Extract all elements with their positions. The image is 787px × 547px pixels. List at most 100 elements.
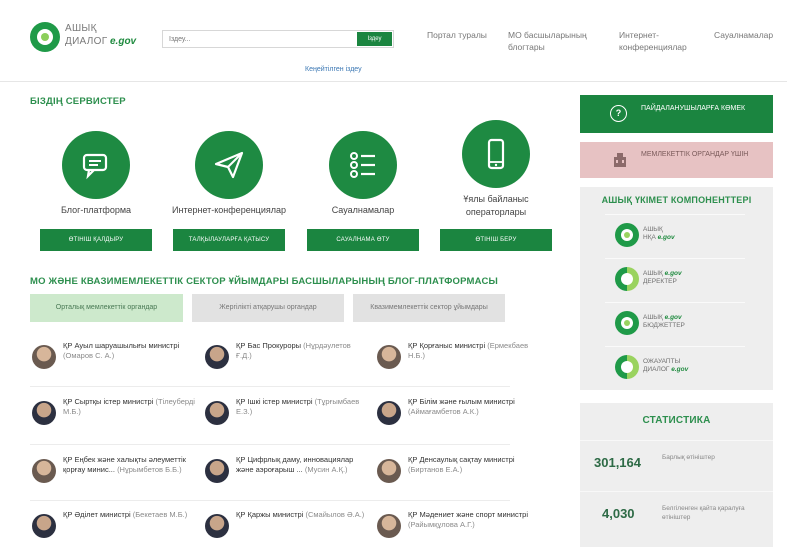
search-box: Іздеу <box>162 30 394 48</box>
blog-item[interactable]: ҚР Ішкі істер министрі (Тұрғымбаев Е.З.) <box>205 397 365 437</box>
stat-reviewed-value: 4,030 <box>602 506 635 521</box>
site-logo[interactable]: АШЫҚ ДИАЛОГ e.gov <box>30 18 145 62</box>
component-open-dialogue[interactable]: ОЖАУАПТЫ ДИАЛОГ e.gov <box>605 346 745 386</box>
nav-internet-conferences[interactable]: Интернет-конференциялар <box>619 29 699 53</box>
service-blog-label: Блог-платформа <box>60 205 132 215</box>
avatar <box>205 459 229 483</box>
component-open-data[interactable]: АШЫҚ e.gov ДЕРЕКТЕР <box>605 258 745 298</box>
service-conference-label: Интернет-конференциялар <box>172 205 286 215</box>
open-budgets-logo-icon <box>615 311 639 335</box>
open-government-components-panel: АШЫҚ ҮКІМЕТ КОМПОНЕНТТЕРІ АШЫҚ НҚА e.gov … <box>580 187 773 390</box>
avatar <box>32 345 56 369</box>
open-dialogue-logo-icon <box>615 355 639 379</box>
logo-egov-text: e.gov <box>110 36 137 47</box>
component-line1: АШЫҚ <box>643 226 663 233</box>
component-line1: АШЫҚ <box>643 314 663 321</box>
blog-item-person: (Мусин А.Қ.) <box>304 465 348 474</box>
nav-mo-blogs[interactable]: МО басшыларының блогтары <box>508 29 598 53</box>
filter-quasi-public-sector[interactable]: Квазимемлекеттік сектор ұйымдары <box>353 294 505 322</box>
blog-divider <box>30 444 510 445</box>
stat-row-reviewed: 4,030 Белгіленген қайта қаралуға өтінішт… <box>580 491 773 537</box>
blog-item[interactable]: ҚР Қаржы министрі (Смайылов Ә.А.) <box>205 510 365 547</box>
blog-item[interactable]: ҚР Еңбек және халықты әлеуметтік қорғау … <box>32 455 192 495</box>
component-line2: НҚА <box>643 234 656 241</box>
search-button[interactable]: Іздеу <box>357 32 392 46</box>
stat-total-label: Барлық өтініштер <box>662 454 715 461</box>
blog-item-person: (Биртанов Е.А.) <box>408 465 463 474</box>
component-line2: БЮДЖЕТТЕР <box>643 322 685 329</box>
service-mobile-button[interactable]: ӨТІНІШ БЕРУ <box>440 229 552 251</box>
service-conference-circle[interactable] <box>195 131 263 199</box>
gov-agencies-label: МЕМЛЕКЕТТІК ОРГАНДАР ҮШІН <box>641 151 749 158</box>
avatar <box>32 401 56 425</box>
logo-mark-icon <box>30 22 60 52</box>
blog-item-person: (Нұрымбетов Б.Б.) <box>117 465 182 474</box>
blog-item-title: ҚР Денсаулық сақтау министрі <box>408 455 515 464</box>
component-line2: ДИАЛОГ <box>643 366 670 373</box>
blog-item-person: (Аймағамбетов А.К.) <box>408 407 479 416</box>
nav-surveys[interactable]: Сауалнамалар <box>714 29 773 41</box>
checklist-icon <box>350 152 375 178</box>
service-mobile-circle[interactable] <box>462 120 530 188</box>
advanced-search-link[interactable]: Кеңейтілген іздеу <box>305 66 362 73</box>
component-line2: ДЕРЕКТЕР <box>643 278 677 285</box>
blog-item[interactable]: ҚР Мәдениет және спорт министрі (Райымқұ… <box>377 510 537 547</box>
mobile-phone-icon <box>487 138 505 170</box>
service-blog-circle[interactable] <box>62 131 130 199</box>
filter-central-agencies[interactable]: Орталық мемлекеттік органдар <box>30 294 183 322</box>
stat-total-value: 301,164 <box>594 455 641 470</box>
blog-item-title: ҚР Қаржы министрі <box>236 510 304 519</box>
service-conference-button[interactable]: ТАЛҚЫЛАУЛАРҒА ҚАТЫСУ <box>173 229 285 251</box>
avatar <box>32 514 56 538</box>
component-open-npa[interactable]: АШЫҚ НҚА e.gov <box>605 214 745 254</box>
stat-reviewed-label: Белгіленген қайта қаралуға өтініштер <box>662 505 745 521</box>
open-npa-logo-icon <box>615 223 639 247</box>
service-blog-button[interactable]: ӨТІНІШ ҚАЛДЫРУ <box>40 229 152 251</box>
open-data-logo-icon <box>615 267 639 291</box>
blog-item-person: (Бекетаев М.Б.) <box>132 510 188 519</box>
gov-agencies-button[interactable]: МЕМЛЕКЕТТІК ОРГАНДАР ҮШІН <box>580 142 773 178</box>
blog-item[interactable]: ҚР Білім және ғылым министрі (Аймағамбет… <box>377 397 537 437</box>
blog-item-title: ҚР Мәдениет және спорт министрі <box>408 510 528 519</box>
blog-item-title: ҚР Ішкі істер министрі <box>236 397 313 406</box>
blog-item[interactable]: ҚР Бас Прокуроры (Нұрдәулетов Ғ.Д.) <box>205 341 365 381</box>
component-open-budgets[interactable]: АШЫҚ e.gov БЮДЖЕТТЕР <box>605 302 745 342</box>
avatar <box>377 345 401 369</box>
blog-item-title: ҚР Әділет министрі <box>63 510 131 519</box>
question-icon: ? <box>610 105 627 122</box>
blog-item-person: (Райымқұлова А.Г.) <box>408 520 475 529</box>
logo-text-line1: АШЫҚ <box>65 23 97 34</box>
filter-local-agencies[interactable]: Жергілікті атқарушы органдар <box>192 294 344 322</box>
blog-item-title: ҚР Бас Прокуроры <box>236 341 302 350</box>
search-input[interactable] <box>163 31 357 47</box>
blog-item-person: (Смайылов Ә.А.) <box>305 510 365 519</box>
chat-icon <box>82 153 108 180</box>
header: АШЫҚ ДИАЛОГ e.gov Іздеу Кеңейтілген ізде… <box>0 0 787 82</box>
user-help-label: ПАЙДАЛАНУШЫЛАРҒА КӨМЕК <box>641 105 746 112</box>
service-survey-button[interactable]: САУАЛНАМА ӨТУ <box>307 229 419 251</box>
avatar <box>377 514 401 538</box>
statistics-title: СТАТИСТИКА <box>642 415 711 426</box>
blog-item[interactable]: ҚР Цифрлық даму, инновациялар және аэроғ… <box>205 455 365 495</box>
component-brand: e.gov <box>657 234 675 241</box>
component-brand: e.gov <box>671 366 689 373</box>
blog-item[interactable]: ҚР Әділет министрі (Бекетаев М.Б.) <box>32 510 192 547</box>
building-icon <box>614 153 626 167</box>
service-survey-circle[interactable] <box>329 131 397 199</box>
user-help-button[interactable]: ? ПАЙДАЛАНУШЫЛАРҒА КӨМЕК <box>580 95 773 133</box>
blog-item[interactable]: ҚР Қорғаныс министрі (Ермекбаев Н.Б.) <box>377 341 537 381</box>
avatar <box>377 401 401 425</box>
service-survey-label: Сауалнамалар <box>331 205 395 215</box>
blog-item[interactable]: ҚР Ауыл шаруашылығы министрі (Омаров С. … <box>32 341 192 381</box>
avatar <box>205 514 229 538</box>
blog-item[interactable]: ҚР Сыртқы істер министрі (Тілеуберді М.Б… <box>32 397 195 437</box>
blog-item[interactable]: ҚР Денсаулық сақтау министрі (Биртанов Е… <box>377 455 537 495</box>
component-brand: e.gov <box>664 314 682 321</box>
avatar <box>32 459 56 483</box>
statistics-panel: СТАТИСТИКА 301,164 Барлық өтініштер 4,03… <box>580 403 773 547</box>
blogs-title: МО ЖӘНЕ КВАЗИМЕМЛЕКЕТТІК СЕКТОР ҰЙЫМДАРЫ… <box>30 276 499 287</box>
component-brand: e.gov <box>664 270 682 277</box>
paper-plane-icon <box>214 151 244 179</box>
nav-about-portal[interactable]: Портал туралы <box>427 29 487 41</box>
component-line1: ОЖАУАПТЫ <box>643 358 681 365</box>
